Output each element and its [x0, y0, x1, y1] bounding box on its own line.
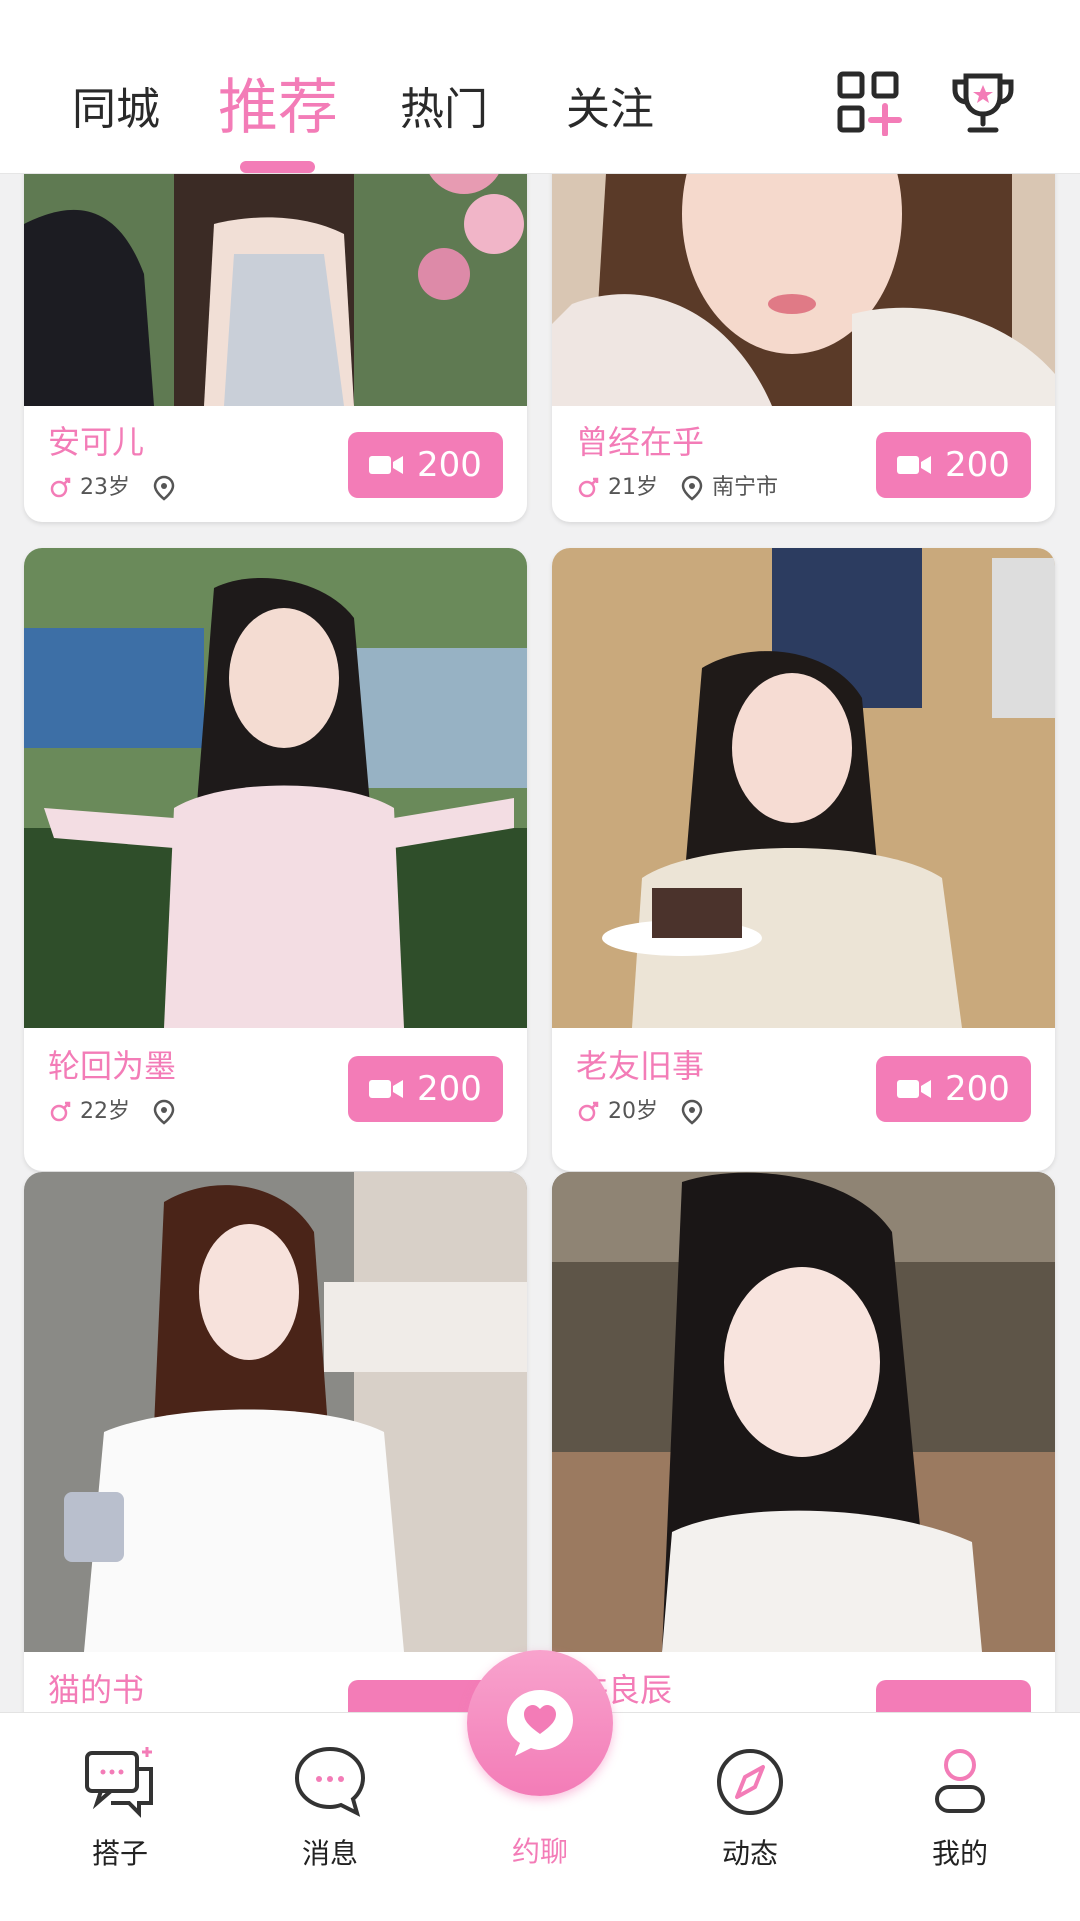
recommend-feed[interactable]: 安可儿 23岁 200 曾经在乎 21岁 南宁市 200 轮回为墨 22岁 20… [0, 174, 1080, 1712]
profile-photo [24, 174, 527, 406]
tab-tongcheng[interactable]: 同城 [72, 80, 160, 140]
tab-tuijian[interactable]: 推荐 [218, 70, 338, 146]
location-pin-icon [681, 475, 703, 501]
age-gender-icon [578, 477, 599, 498]
nav-label: 约聊 [511, 1835, 568, 1868]
video-camera-icon [897, 1080, 932, 1098]
video-call-price: 200 [945, 445, 1010, 485]
profile-photo [552, 548, 1055, 1028]
profile-name: 安可儿 [48, 423, 145, 461]
age-gender-icon [50, 477, 71, 498]
nav-label: 我的 [931, 1837, 988, 1870]
location-pin-icon [153, 475, 175, 501]
video-call-button[interactable]: 200 [876, 1056, 1031, 1122]
video-call-button[interactable]: 200 [348, 1056, 503, 1122]
tab-remen[interactable]: 热门 [400, 80, 488, 140]
video-camera-icon [369, 1080, 404, 1098]
age-gender-icon [578, 1101, 599, 1122]
location-pin-icon [681, 1099, 703, 1125]
profile-name: 轮回为墨 [48, 1047, 177, 1085]
profile-photo [24, 1172, 527, 1652]
profile-photo [552, 174, 1055, 406]
top-header: 同城 推荐 热门 关注 [0, 0, 1080, 174]
video-call-button[interactable] [876, 1680, 1031, 1712]
video-call-button[interactable]: 200 [348, 432, 503, 498]
profile-name: 曾经在乎 [576, 423, 705, 461]
grid-add-icon[interactable] [836, 70, 902, 136]
profile-age: 23岁 [80, 475, 130, 500]
trophy-icon[interactable] [950, 70, 1016, 136]
profile-age: 22岁 [80, 1099, 130, 1124]
profile-card[interactable]: 老友旧事 20岁 200 [552, 548, 1055, 1171]
profile-age: 21岁 [608, 475, 658, 500]
tab-guanzhu[interactable]: 关注 [566, 80, 654, 140]
video-call-price: 200 [417, 445, 482, 485]
nav-item-mine[interactable]: 我的 [880, 1743, 1040, 1871]
heart-chat-icon [507, 1690, 573, 1756]
active-tab-indicator [240, 161, 315, 173]
profile-card[interactable]: 曾经在乎 21岁 南宁市 200 [552, 174, 1055, 522]
profile-meta: 23岁 [48, 474, 184, 502]
video-call-button[interactable]: 200 [876, 432, 1031, 498]
nav-item-dongtai[interactable]: 动态 [670, 1743, 830, 1871]
chat-bubbles-icon [85, 1747, 153, 1818]
compass-icon [717, 1749, 783, 1815]
nav-label: 搭子 [91, 1837, 148, 1870]
profile-age: 20岁 [608, 1099, 658, 1124]
profile-card[interactable]: 猫的书 [24, 1172, 527, 1712]
profile-name: 老友旧事 [576, 1047, 705, 1085]
nav-label: 动态 [721, 1837, 778, 1870]
profile-meta: 22岁 [48, 1098, 184, 1126]
location-pin-icon [153, 1099, 175, 1125]
profile-photo [552, 1172, 1055, 1652]
center-chat-button[interactable] [467, 1650, 613, 1796]
profile-photo [24, 548, 527, 1028]
age-gender-icon [50, 1101, 71, 1122]
profile-card[interactable]: 许良辰 [552, 1172, 1055, 1712]
profile-location: 南宁市 [712, 475, 779, 500]
video-camera-icon [369, 456, 404, 474]
profile-card[interactable]: 安可儿 23岁 200 [24, 174, 527, 522]
nav-item-messages[interactable]: 消息 [250, 1743, 410, 1871]
nav-label: 消息 [301, 1837, 358, 1870]
message-dots-icon [294, 1746, 366, 1817]
video-call-price: 200 [417, 1069, 482, 1109]
person-icon [935, 1749, 985, 1813]
profile-meta: 21岁 南宁市 [576, 474, 778, 502]
profile-card[interactable]: 轮回为墨 22岁 200 [24, 548, 527, 1171]
profile-name: 猫的书 [48, 1671, 145, 1709]
nav-item-yueliao[interactable]: 约聊 [460, 1835, 620, 1869]
video-call-price: 200 [945, 1069, 1010, 1109]
nav-item-dazi[interactable]: 搭子 [40, 1743, 200, 1871]
profile-meta: 20岁 [576, 1098, 712, 1126]
video-camera-icon [897, 456, 932, 474]
